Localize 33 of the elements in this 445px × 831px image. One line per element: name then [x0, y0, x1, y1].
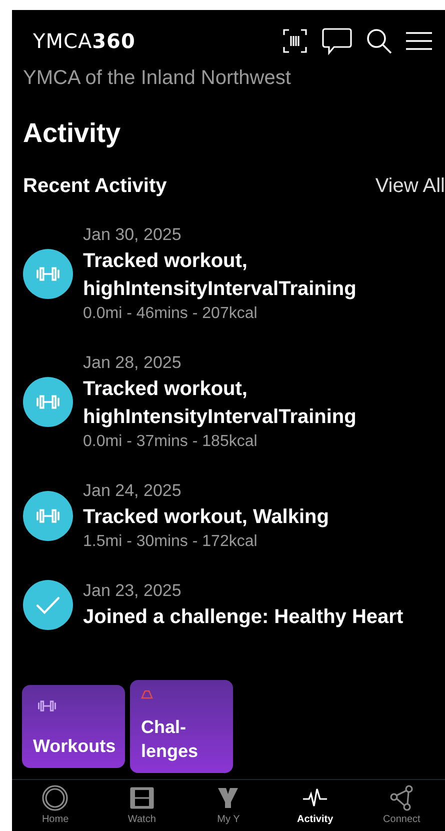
activity-stats: 0.0mi - 46mins - 207kcal	[83, 304, 258, 324]
activity-stats: 0.0mi - 37mins - 185kcal	[83, 432, 258, 452]
menu-icon[interactable]	[405, 30, 433, 52]
app-logo: YMCA360	[33, 28, 136, 55]
view-all-link[interactable]: View All	[375, 170, 445, 201]
search-icon[interactable]	[365, 27, 393, 55]
dumbbell-icon	[23, 490, 73, 541]
activity-date: Jan 23, 2025	[83, 580, 182, 602]
challenges-tile[interactable]: Chal- lenges	[130, 680, 233, 773]
activity-date: Jan 30, 2025	[83, 224, 182, 246]
check-icon	[23, 580, 73, 630]
activity-title: Tracked workout, Walking	[83, 504, 330, 530]
circle-logo-icon	[41, 784, 70, 812]
activity-title: Tracked workout, highIntensityIntervalTraining	[83, 376, 358, 430]
dumbbell-icon	[23, 376, 73, 427]
tab-bar-item[interactable]: Home	[12, 780, 99, 831]
section-title: Recent Activity	[23, 174, 167, 199]
tab-bar-item[interactable]: Activity	[272, 780, 358, 831]
activity-stats: 1.5mi - 30mins - 172kcal	[83, 532, 258, 552]
activity-title: Joined a challenge: Healthy Heart	[83, 604, 404, 630]
tab-bar-item[interactable]: Connect	[358, 780, 445, 831]
barcode-scan-icon[interactable]	[281, 27, 309, 55]
organization-name: YMCA of the Inland Northwest	[22, 66, 292, 91]
dumbbell-icon	[23, 248, 73, 299]
page-title: Activity	[22, 117, 122, 150]
film-icon	[128, 784, 156, 812]
tab-bar-item[interactable]: Watch	[98, 780, 186, 831]
tab-bar-item[interactable]: My Y	[185, 780, 272, 831]
chat-icon[interactable]	[321, 26, 353, 56]
activity-title: Tracked workout, highIntensityIntervalTraining	[83, 248, 358, 302]
activity-date: Jan 24, 2025	[83, 480, 182, 502]
workouts-tile[interactable]: Workouts	[22, 685, 125, 768]
activity-date: Jan 28, 2025	[83, 352, 182, 374]
